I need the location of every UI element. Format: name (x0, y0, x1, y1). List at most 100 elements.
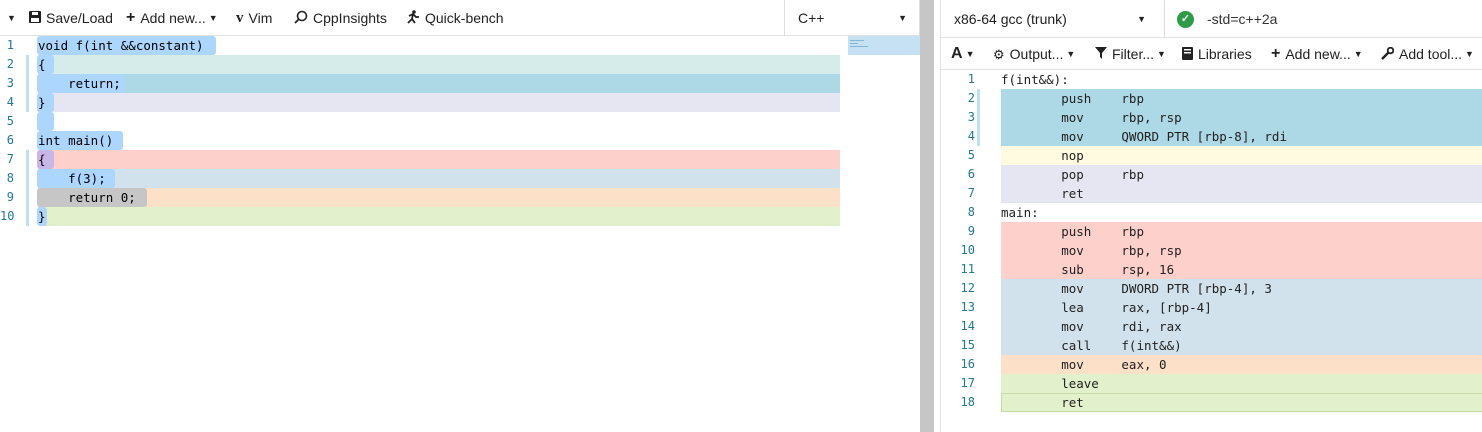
minimap (850, 40, 872, 52)
chevron-down-icon: ▼ (898, 13, 907, 23)
line-highlight (38, 55, 840, 74)
add-new-output-label: Add new... (1285, 46, 1351, 62)
code-editor[interactable]: 1 2 3 4 5 6 7 8 9 10 void f(int &&consta… (0, 36, 920, 432)
chevron-down-icon: ▼ (7, 13, 16, 23)
line-number: 5 (6, 114, 14, 128)
vim-button[interactable]: v Vim (236, 0, 272, 36)
asm-line: mov rdi, rax (1001, 319, 1182, 334)
chevron-down-icon: ▼ (1157, 49, 1166, 59)
line-number: 10 (960, 243, 975, 257)
libraries-button[interactable]: Libraries (1182, 38, 1252, 70)
gutter-marker (26, 207, 29, 226)
source-line: { (38, 152, 46, 167)
source-line: f(3); (38, 171, 106, 186)
line-number: 9 (967, 224, 975, 238)
asm-line: ret (1001, 395, 1084, 410)
gutter-marker (26, 55, 29, 74)
funnel-icon (1095, 47, 1107, 61)
asm-line: main: (1001, 205, 1039, 220)
font-icon: A (951, 45, 963, 62)
add-new-button[interactable]: + Add new... ▼ (126, 0, 218, 36)
line-number: 13 (960, 300, 975, 314)
save-icon (29, 11, 41, 25)
line-highlight (38, 169, 840, 188)
line-number: 9 (6, 190, 14, 204)
filter-button[interactable]: Filter... ▼ (1095, 38, 1166, 70)
editor-toolbar: ▼ Save/Load + Add new... ▼ v Vim CppInsi… (0, 0, 920, 36)
line-highlight (38, 150, 840, 169)
output-button[interactable]: ⚙ Output... ▼ (993, 38, 1075, 70)
font-size-button[interactable]: A ▼ (951, 38, 974, 70)
asm-line: mov rbp, rsp (1001, 243, 1182, 258)
line-highlight (38, 93, 840, 112)
quick-bench-label: Quick-bench (425, 10, 504, 26)
gutter-marker (26, 150, 29, 169)
language-value: C++ (798, 10, 825, 26)
line-number: 18 (960, 395, 975, 409)
add-new-label: Add new... (140, 10, 206, 26)
line-number: 1 (967, 72, 975, 86)
line-highlight (38, 207, 840, 226)
output-label: Output... (1009, 46, 1064, 62)
line-number: 3 (6, 76, 14, 90)
line-number: 6 (6, 133, 14, 147)
line-number: 2 (967, 91, 975, 105)
line-number: 17 (960, 376, 975, 390)
runner-icon (405, 10, 420, 26)
text-selection (37, 112, 54, 131)
source-line: } (38, 95, 46, 110)
source-line: return 0; (38, 190, 136, 205)
gutter-marker (26, 93, 29, 112)
gutter-marker (977, 108, 980, 127)
compiler-bar: x86-64 gcc (trunk) ▼ ✓ (941, 0, 1482, 38)
gutter-marker (977, 89, 980, 108)
save-load-button[interactable]: Save/Load (29, 0, 113, 36)
asm-line: mov QWORD PTR [rbp-8], rdi (1001, 129, 1287, 144)
line-number: 8 (967, 205, 975, 219)
line-number: 3 (967, 110, 975, 124)
gutter-marker (977, 127, 980, 146)
asm-line: push rbp (1001, 224, 1144, 239)
pane-menu-button[interactable]: ▼ (4, 0, 16, 36)
add-new-output-button[interactable]: + Add new... ▼ (1271, 38, 1363, 70)
line-highlight (38, 188, 840, 207)
line-number: 4 (967, 129, 975, 143)
magnifier-icon (294, 10, 308, 26)
output-toolbar: A ▼ ⚙ Output... ▼ Filter... ▼ Libraries … (941, 38, 1482, 70)
compile-success-icon[interactable]: ✓ (1177, 11, 1194, 28)
libraries-label: Libraries (1198, 46, 1252, 62)
asm-line: mov eax, 0 (1001, 357, 1167, 372)
gear-icon: ⚙ (993, 46, 1005, 62)
compiler-pane: x86-64 gcc (trunk) ▼ ✓ A ▼ ⚙ Output... ▼… (940, 0, 1482, 432)
vim-icon: v (236, 9, 244, 26)
gutter-marker (26, 169, 29, 188)
add-tool-label: Add tool... (1399, 46, 1463, 62)
add-tool-button[interactable]: Add tool... ▼ (1381, 38, 1474, 70)
quick-bench-button[interactable]: Quick-bench (405, 0, 504, 36)
cppinsights-label: CppInsights (313, 10, 387, 26)
asm-line: push rbp (1001, 91, 1144, 106)
chevron-down-icon: ▼ (1066, 49, 1076, 59)
line-number: 12 (960, 281, 975, 295)
compiler-options-input[interactable] (1207, 4, 1477, 34)
asm-line[interactable]: call f(int&&) (1001, 336, 1181, 355)
plus-icon: + (126, 9, 136, 26)
compiler-select[interactable]: x86-64 gcc (trunk) ▼ (941, 0, 1165, 38)
gutter-marker (26, 188, 29, 207)
asm-line: nop (1001, 148, 1084, 163)
asm-line: mov rbp, rsp (1001, 110, 1182, 125)
pane-splitter[interactable] (920, 0, 934, 432)
plus-icon: + (1271, 45, 1281, 62)
assembly-output[interactable]: 1 2 3 4 5 6 7 8 9 10 11 12 13 14 15 16 1… (941, 70, 1482, 432)
asm-line: lea rax, [rbp-4] (1001, 300, 1212, 315)
cppinsights-button[interactable]: CppInsights (294, 0, 387, 36)
line-number: 11 (960, 262, 975, 276)
wrench-icon (1381, 46, 1395, 62)
line-number: 16 (960, 357, 975, 371)
line-number: 8 (6, 171, 14, 185)
source-line: { (38, 57, 46, 72)
language-select[interactable]: C++ ▼ (784, 0, 920, 36)
line-number: 10 (0, 209, 15, 223)
chevron-down-icon: ▼ (208, 13, 218, 23)
chevron-down-icon: ▼ (1137, 14, 1146, 24)
